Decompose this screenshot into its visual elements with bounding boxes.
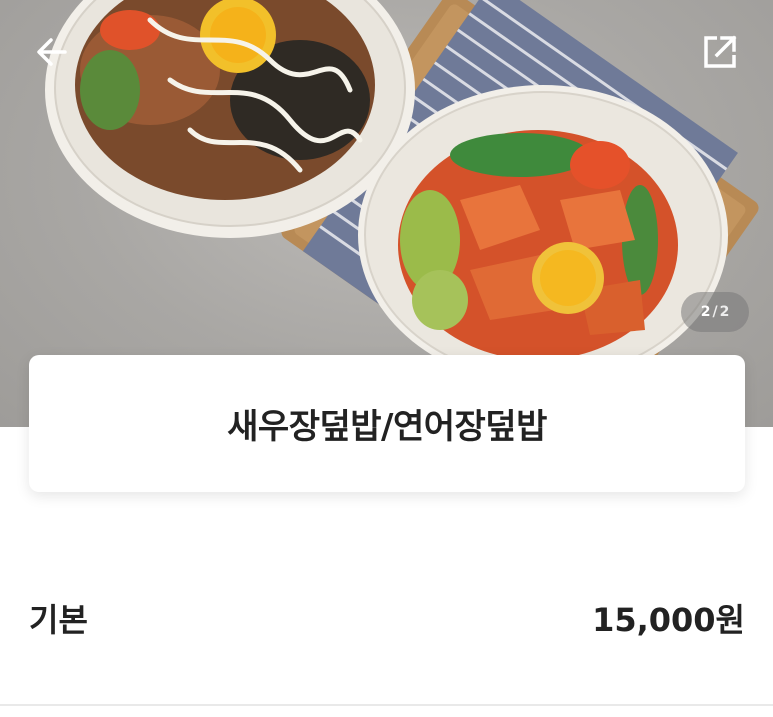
option-row[interactable]: 기본 15,000원 bbox=[29, 590, 745, 646]
product-title-card: 새우장덮밥/연어장덮밥 bbox=[29, 355, 745, 492]
product-title: 새우장덮밥/연어장덮밥 bbox=[227, 407, 547, 447]
arrow-left-icon bbox=[37, 38, 67, 66]
page-indicator-total: 2 bbox=[719, 304, 730, 320]
share-external-icon bbox=[704, 35, 737, 68]
back-button[interactable] bbox=[28, 28, 76, 76]
page-indicator-separator: / bbox=[712, 304, 718, 320]
section-divider bbox=[0, 704, 773, 706]
share-button[interactable] bbox=[696, 28, 744, 76]
option-price: 15,000원 bbox=[592, 601, 745, 639]
page-indicator: 2 / 2 bbox=[681, 292, 749, 332]
option-label: 기본 bbox=[29, 601, 88, 639]
page-indicator-current: 2 bbox=[700, 304, 711, 320]
